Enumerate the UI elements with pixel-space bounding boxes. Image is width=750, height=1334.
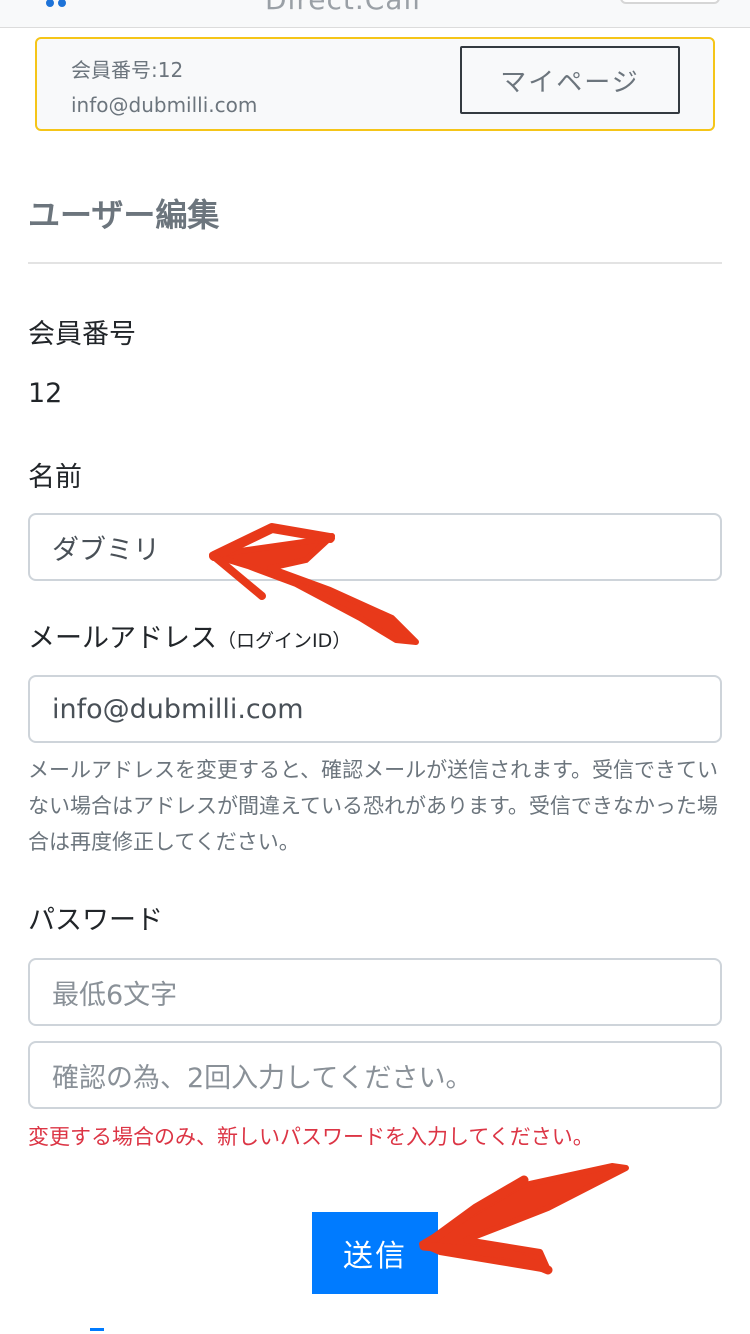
page: Direct.Cali 会員番号:12 info@dubmilli.com マイ… — [0, 0, 750, 1334]
arrow-annotation-icon — [209, 523, 629, 1275]
